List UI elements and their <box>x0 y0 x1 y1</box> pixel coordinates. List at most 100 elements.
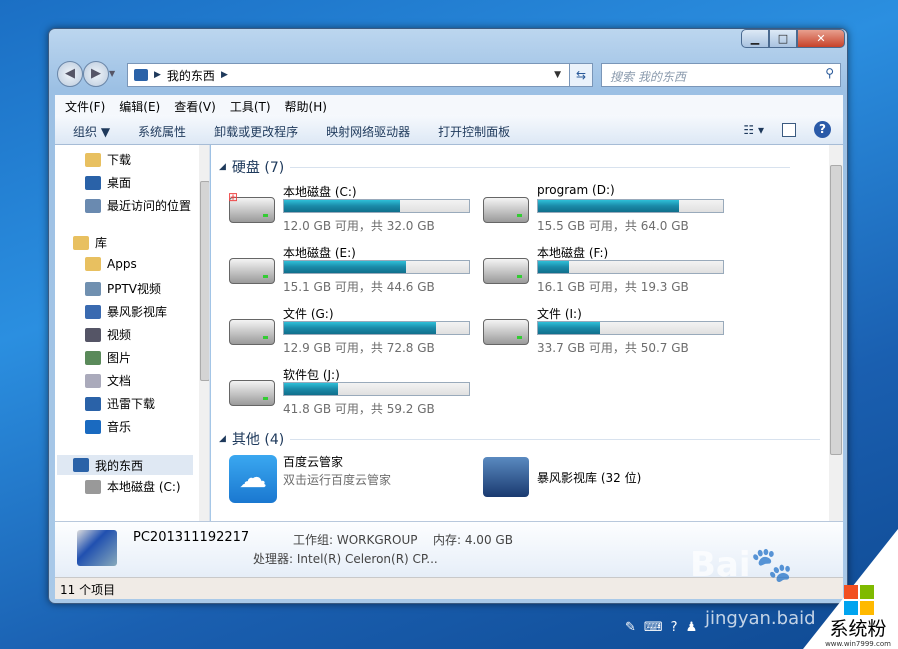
maximize-button[interactable]: □ <box>769 29 797 48</box>
menu-view[interactable]: 查看(V) <box>174 98 216 114</box>
sidebar-item[interactable]: 文档 <box>85 372 131 389</box>
nav-scrollbar[interactable] <box>199 145 209 521</box>
command-bar: 组织 ▼ 系统属性 卸载或更改程序 映射网络驱动器 打开控制面板 ☷ ▾ ? <box>55 115 843 145</box>
chevron-right-icon[interactable]: ▶ <box>154 70 161 80</box>
sidebar-item[interactable]: 视频 <box>85 326 131 343</box>
group-title: 其他 (4) <box>231 432 285 448</box>
minimize-button[interactable]: ▁ <box>741 29 769 48</box>
help-icon[interactable]: ? <box>814 121 831 138</box>
sidebar-item-label: 视频 <box>107 328 132 342</box>
sidebar-item[interactable]: 暴风影视库 <box>85 303 167 320</box>
computer-icon <box>77 530 117 566</box>
forward-button[interactable]: ▶ <box>83 61 109 87</box>
group-header-hdd[interactable]: ◢ 硬盘 (7) <box>219 157 791 177</box>
drive-item[interactable]: 软件包 (J:) 41.8 GB 可用，共 59.2 GB <box>229 366 479 422</box>
drive-usage-bar <box>283 260 470 274</box>
search-input[interactable]: 搜索 我的东西 ⚲ <box>601 63 841 87</box>
recent-pages-dropdown[interactable]: ▼ <box>109 61 115 87</box>
sidebar-item-label: Apps <box>107 257 137 271</box>
menu-bar: 文件(F) 编辑(E) 查看(V) 工具(T) 帮助(H) <box>55 95 843 115</box>
drive-item[interactable]: 本地磁盘 (F:) 16.1 GB 可用，共 19.3 GB <box>483 244 733 300</box>
drive-item[interactable]: 本地磁盘 (E:) 15.1 GB 可用，共 44.6 GB <box>229 244 479 300</box>
drive-size: 12.0 GB 可用，共 32.0 GB <box>283 219 435 233</box>
preview-pane-icon[interactable] <box>782 122 796 137</box>
drive-size: 33.7 GB 可用，共 50.7 GB <box>537 341 689 355</box>
collapse-icon[interactable]: ◢ <box>219 162 226 172</box>
sidebar-item[interactable]: 迅雷下载 <box>85 395 155 412</box>
hard-drive-icon <box>483 319 529 345</box>
view-options-icon[interactable]: ☷ ▾ <box>743 123 764 137</box>
organize-button[interactable]: 组织 ▼ <box>73 123 110 139</box>
sidebar-item[interactable]: 我的东西 <box>57 455 193 475</box>
drive-usage-bar <box>283 382 470 396</box>
collapse-icon[interactable]: ◢ <box>219 434 226 444</box>
menu-help[interactable]: 帮助(H) <box>285 98 327 114</box>
system-properties-button[interactable]: 系统属性 <box>138 123 186 139</box>
content-scrollbar[interactable] <box>829 145 843 521</box>
music-icon <box>85 419 101 434</box>
menu-file[interactable]: 文件(F) <box>65 98 105 114</box>
sidebar-item[interactable]: 库 <box>73 234 107 251</box>
breadcrumb-item[interactable]: 我的东西 <box>167 67 215 84</box>
computer-icon <box>134 69 148 81</box>
sidebar-item[interactable]: 图片 <box>85 349 131 366</box>
nav-buttons: ◀ ▶ ▼ <box>57 61 115 87</box>
downloads-folder-icon <box>85 152 101 167</box>
drive-name: 本地磁盘 (F:) <box>537 246 609 260</box>
item-baofeng-library[interactable]: 暴风影视库 (32 位) <box>483 453 733 509</box>
item-name: 暴风影视库 (32 位) <box>537 471 642 485</box>
sidebar-item[interactable]: Apps <box>85 257 137 271</box>
drive-name: 本地磁盘 (C:) <box>283 185 357 199</box>
folder-icon <box>85 257 101 271</box>
computer-icon <box>73 458 89 472</box>
tray-pdf-icon[interactable]: ✎ <box>625 620 636 635</box>
win7999-logo: 系统粉 www.win7999.com <box>803 529 898 649</box>
group-header-other[interactable]: ◢ 其他 (4) <box>219 429 821 449</box>
drive-usage-fill <box>538 200 679 212</box>
sidebar-item[interactable]: 下载 <box>85 151 131 168</box>
menu-tools[interactable]: 工具(T) <box>230 98 271 114</box>
drive-usage-fill <box>538 261 570 273</box>
drive-item[interactable]: program (D:) 15.5 GB 可用，共 64.0 GB <box>483 183 733 239</box>
group-title: 硬盘 (7) <box>231 160 285 176</box>
tray-keyboard-icon[interactable]: ⌨ <box>644 620 663 635</box>
close-button[interactable]: ✕ <box>797 29 845 48</box>
search-placeholder: 搜索 我的东西 <box>610 70 686 84</box>
item-description: 双击运行百度云管家 <box>283 473 392 487</box>
address-dropdown[interactable]: ▼ <box>554 70 561 80</box>
drive-usage-fill <box>284 322 436 334</box>
back-button[interactable]: ◀ <box>57 61 83 87</box>
sidebar-item[interactable]: PPTV视频 <box>85 280 161 297</box>
sidebar-item[interactable]: 音乐 <box>85 418 131 435</box>
tray-qq-icon[interactable]: ♟ <box>686 620 698 635</box>
open-control-panel-button[interactable]: 打开控制面板 <box>438 123 510 139</box>
drive-item[interactable]: 文件 (G:) 12.9 GB 可用，共 72.8 GB <box>229 305 479 361</box>
search-icon[interactable]: ⚲ <box>825 66 834 80</box>
drive-item[interactable]: ⊞ 本地磁盘 (C:) 12.0 GB 可用，共 32.0 GB <box>228 183 479 239</box>
sidebar-item[interactable]: 最近访问的位置 <box>85 197 191 214</box>
refresh-button[interactable]: ⇆ <box>569 63 593 87</box>
sidebar-item-label: 图片 <box>107 351 132 365</box>
map-network-drive-button[interactable]: 映射网络驱动器 <box>326 123 410 139</box>
menu-edit[interactable]: 编辑(E) <box>119 98 160 114</box>
hard-drive-icon <box>483 197 529 223</box>
tray-help-icon[interactable]: ? <box>671 620 678 635</box>
item-baidu-cloud[interactable]: ☁ 百度云管家 双击运行百度云管家 <box>229 453 479 509</box>
svg-text:www.win7999.com: www.win7999.com <box>825 640 891 648</box>
sidebar-item-label: PPTV视频 <box>107 282 162 296</box>
sidebar-item[interactable]: 桌面 <box>85 174 131 191</box>
drive-usage-bar <box>537 260 724 274</box>
sidebar-item-label: 文档 <box>107 374 132 388</box>
drive-name: 文件 (G:) <box>283 307 334 321</box>
drive-usage-bar <box>283 199 470 213</box>
content-pane: ◢ 硬盘 (7) ◢ 其他 (4) ☁ 百度云管家 双击运行百度云管家 暴风影视库 … <box>211 145 829 521</box>
hard-drive-icon <box>229 258 275 284</box>
sidebar-item[interactable]: 本地磁盘 (C:) <box>85 478 181 495</box>
baidu-cloud-icon: ☁ <box>229 455 277 503</box>
uninstall-program-button[interactable]: 卸载或更改程序 <box>214 123 298 139</box>
address-bar[interactable]: ▶ 我的东西 ▶ ▼ <box>127 63 592 87</box>
drive-item[interactable]: 文件 (I:) 33.7 GB 可用，共 50.7 GB <box>483 305 733 361</box>
hard-drive-icon <box>483 258 529 284</box>
drive-usage-fill <box>538 322 600 334</box>
chevron-right-icon[interactable]: ▶ <box>221 70 228 80</box>
